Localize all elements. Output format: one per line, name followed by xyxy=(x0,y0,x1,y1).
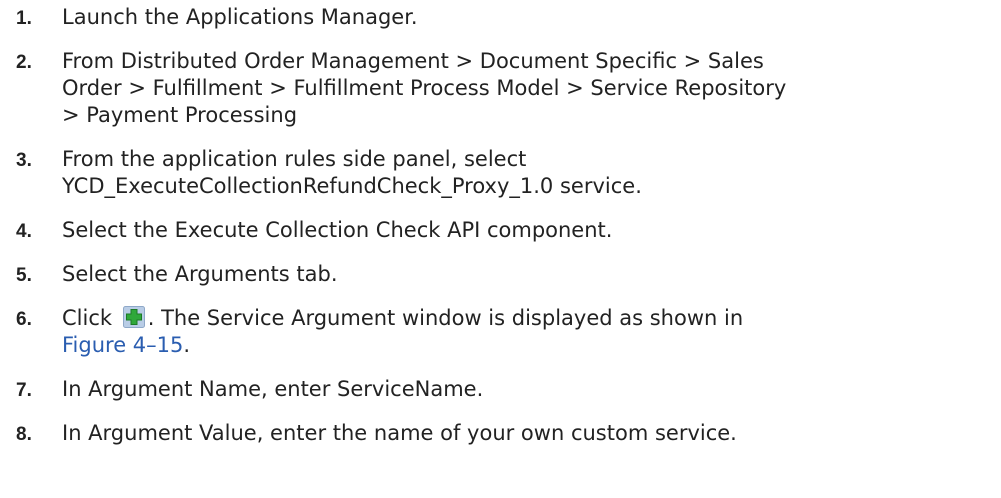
step-text: From the application rules side panel, s… xyxy=(62,147,527,171)
step-text: From Distributed Order Management > Docu… xyxy=(62,49,764,73)
step-text: In Argument Name, enter ServiceName. xyxy=(62,377,484,401)
step-text: Launch the Applications Manager. xyxy=(62,5,418,29)
step-5: 5. Select the Arguments tab. xyxy=(16,261,991,288)
step-text: Order > Fulfillment > Fulfillment Proces… xyxy=(62,76,787,100)
step-6: 6. Click . The Service Argument window i… xyxy=(16,305,991,359)
step-8: 8. In Argument Value, enter the name of … xyxy=(16,420,991,447)
step-text: > Payment Processing xyxy=(62,103,298,127)
step-2: 2. From Distributed Order Management > D… xyxy=(16,48,991,129)
step-number: 7. xyxy=(16,380,32,401)
procedure-steps: 1. Launch the Applications Manager. 2. F… xyxy=(16,4,991,464)
step-number: 1. xyxy=(16,8,32,29)
step-text: In Argument Value, enter the name of you… xyxy=(62,421,737,445)
step-number: 8. xyxy=(16,424,32,445)
step-text: Select the Execute Collection Check API … xyxy=(62,218,613,242)
add-icon-graphic xyxy=(122,306,145,328)
step-text: Click xyxy=(62,306,119,330)
step-4: 4. Select the Execute Collection Check A… xyxy=(16,217,991,244)
step-text: Select the Arguments tab. xyxy=(62,262,338,286)
step-7: 7. In Argument Name, enter ServiceName. xyxy=(16,376,991,403)
step-number: 6. xyxy=(16,309,32,330)
step-text: . The Service Argument window is display… xyxy=(147,306,744,330)
step-text-line: Figure 4–15. xyxy=(62,332,991,359)
step-text: YCD_ExecuteCollectionRefundCheck_Proxy_1… xyxy=(62,174,642,198)
step-number: 2. xyxy=(16,52,32,73)
step-1: 1. Launch the Applications Manager. xyxy=(16,4,991,31)
step-text-line: Click . The Service Argument window is d… xyxy=(62,305,991,332)
add-icon xyxy=(122,306,145,328)
figure-link[interactable]: Figure 4–15 xyxy=(62,333,183,357)
step-number: 3. xyxy=(16,150,32,171)
step-number: 5. xyxy=(16,265,32,286)
step-number: 4. xyxy=(16,221,32,242)
step-3: 3. From the application rules side panel… xyxy=(16,146,991,200)
step-text: . xyxy=(183,333,191,357)
